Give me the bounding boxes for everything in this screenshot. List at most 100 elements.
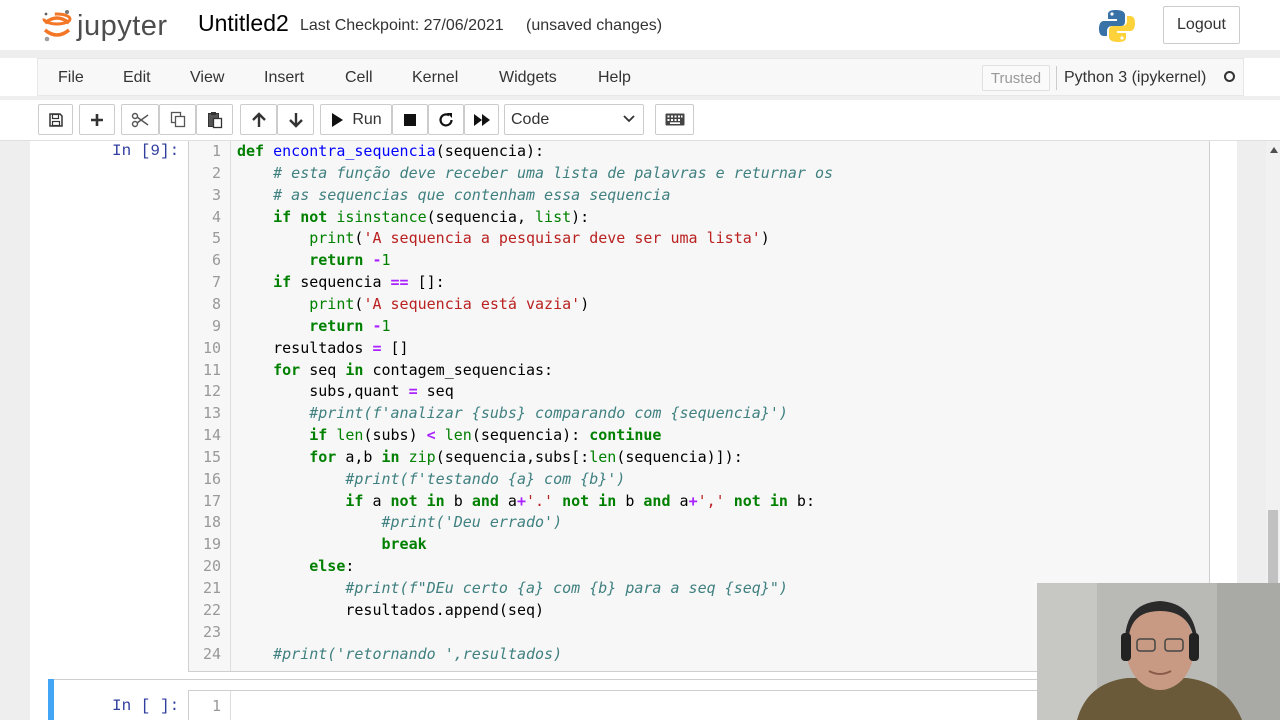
code-cell-input[interactable] [188,690,1038,720]
line-number: 13 [202,404,221,423]
copy-button[interactable] [159,104,196,135]
line-number: 23 [202,622,221,641]
paste-icon [207,111,222,128]
kernel-name[interactable]: Python 3 (ipykernel) [1064,69,1206,87]
menu-file[interactable]: File [58,69,84,87]
code-line[interactable]: 4 if not isinstance(sequencia, list): [188,206,1208,228]
menu-widgets[interactable]: Widgets [499,69,557,87]
stop-icon [404,113,416,126]
line-number: 12 [202,382,221,401]
code-text: for a,b in zip(sequencia,subs[:len(seque… [309,447,743,466]
line-number: 14 [202,426,221,445]
move-up-button[interactable] [240,104,277,135]
scrollbar-thumb[interactable] [1268,510,1278,590]
restart-button[interactable] [428,104,464,135]
jupyter-logo[interactable]: jupyter [42,6,187,46]
line-number: 17 [202,491,221,510]
code-line[interactable]: 13 #print(f'analizar {subs} comparando c… [188,402,1208,424]
code-line[interactable]: 16 #print(f'testando {a} com {b}') [188,468,1208,490]
code-line[interactable]: 12 subs,quant = seq [188,380,1208,402]
menu-view[interactable]: View [190,69,224,87]
jupyter-logo-icon [42,10,72,42]
restart-icon [439,112,453,126]
code-text: for seq in contagem_sequencias: [273,360,554,379]
notebook-title[interactable]: Untitled2 [198,10,289,37]
header: jupyter Untitled2 Last Checkpoint: 27/06… [0,0,1280,50]
line-number: 8 [211,294,221,313]
logout-button[interactable]: Logout [1163,6,1240,44]
checkpoint-status: Last Checkpoint: 27/06/2021 [300,17,504,34]
menu-edit[interactable]: Edit [123,69,151,87]
code-text: if a not in b and a+'.' not in b and a+'… [345,491,815,510]
code-text: if not isinstance(sequencia, list): [273,207,590,226]
code-line[interactable]: 19 break [188,533,1208,555]
scroll-up-arrow-icon[interactable] [1270,147,1278,153]
code-text: break [381,535,427,554]
cell-type-select[interactable]: Code [504,104,644,135]
keyboard-icon [665,113,684,126]
paste-button[interactable] [196,104,233,135]
code-line[interactable]: 14 if len(subs) < len(sequencia): contin… [188,424,1208,446]
play-icon [332,112,344,127]
code-line[interactable]: 2 # esta função deve receber uma lista d… [188,162,1208,184]
move-down-button[interactable] [277,104,314,135]
code-line[interactable]: 10 resultados = [] [188,337,1208,359]
trusted-indicator[interactable]: Trusted [982,65,1050,91]
code-text: return -1 [309,316,391,335]
code-text: subs,quant = seq [237,382,454,401]
code-text: #print(f'analizar {subs} comparando com … [309,404,788,423]
presenter-image [1037,583,1280,720]
code-text: return -1 [309,251,391,270]
command-palette-button[interactable] [655,104,694,135]
line-number: 21 [202,579,221,597]
line-number: 1 [211,697,221,715]
code-text: resultados.append(seq) [237,600,545,619]
interrupt-button[interactable] [392,104,428,135]
plus-icon [91,113,103,126]
line-number: 15 [202,447,221,466]
restart-run-all-button[interactable] [464,104,499,135]
insert-cell-button[interactable] [79,104,115,135]
line-number: 4 [211,207,221,226]
code-text: if len(subs) < len(sequencia): continue [309,426,662,445]
code-line[interactable]: 7 if sequencia == []: [188,271,1208,293]
menu-insert[interactable]: Insert [264,69,304,87]
code-line[interactable]: 11 for seq in contagem_sequencias: [188,359,1208,381]
python-logo-icon [1098,8,1136,49]
code-line[interactable]: 3 # as sequencias que contenham essa seq… [188,184,1208,206]
line-number: 22 [202,600,221,619]
code-line[interactable]: 8 print('A sequencia está vazia') [188,293,1208,315]
code-line[interactable]: 15 for a,b in zip(sequencia,subs[:len(se… [188,446,1208,468]
menu-cell[interactable]: Cell [345,69,373,87]
code-line[interactable]: 17 if a not in b and a+'.' not in b and … [188,490,1208,512]
cell-prompt: In [ ]: [112,697,180,715]
code-line[interactable]: 6 return -1 [188,249,1208,271]
line-number: 24 [202,644,221,663]
line-number: 6 [211,251,221,270]
line-number: 10 [202,338,221,357]
save-button[interactable] [38,104,73,135]
code-line[interactable]: 18 #print('Deu errado') [188,511,1208,533]
run-button[interactable]: Run [320,104,392,135]
toolbar: Run Code [0,100,1280,141]
code-line[interactable]: 9 return -1 [188,315,1208,337]
code-text: if sequencia == []: [273,273,445,292]
line-number: 7 [211,273,221,292]
code-line[interactable]: 1 def encontra_sequencia(sequencia): [188,140,1208,162]
menubar: File Edit View Insert Cell Kernel Widget… [37,58,1244,96]
menubar-container: File Edit View Insert Cell Kernel Widget… [0,58,1280,96]
chevron-down-icon [623,115,635,123]
line-number: 5 [211,229,221,248]
code-line[interactable]: 20 else: [188,555,1208,577]
code-text: else: [309,557,355,576]
code-line[interactable]: 5 print('A sequencia a pesquisar deve se… [188,227,1208,249]
autosave-status: (unsaved changes) [526,17,663,34]
menu-help[interactable]: Help [598,69,631,87]
run-button-label: Run [352,110,382,128]
code-text: resultados = [] [237,338,409,357]
menu-kernel[interactable]: Kernel [412,69,458,87]
kernel-divider [1056,66,1057,90]
cut-button[interactable] [121,104,159,135]
line-number: 11 [202,360,221,379]
copy-icon [170,111,185,128]
